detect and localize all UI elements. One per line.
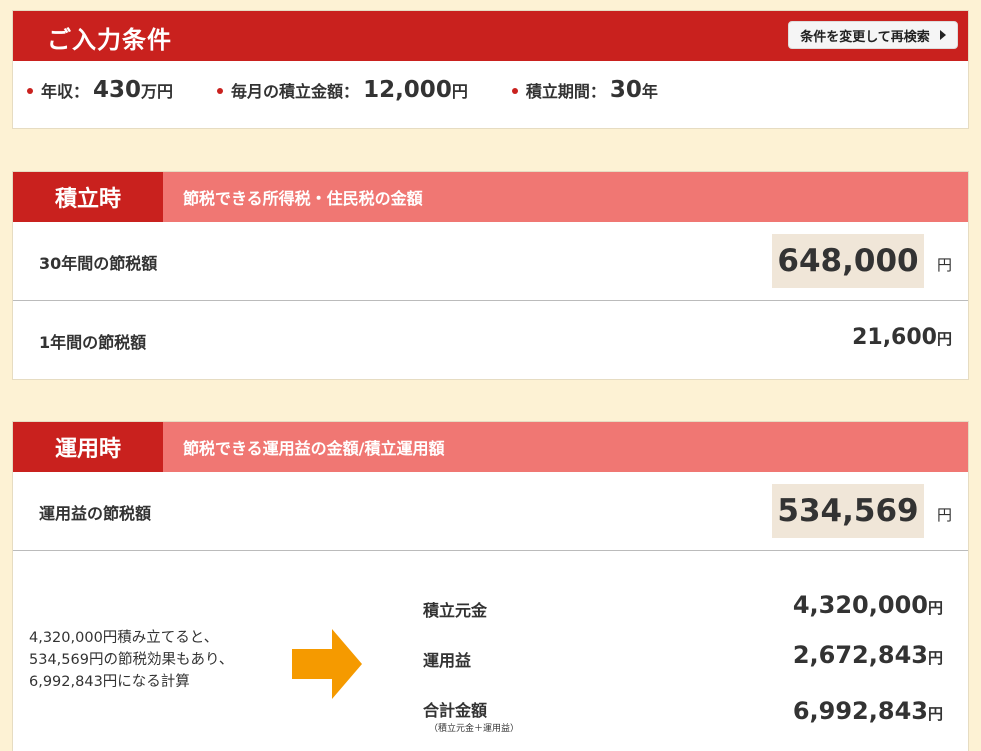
change-conditions-label: 条件を変更して再検索 — [800, 29, 930, 45]
operation-tag: 運用時 — [13, 422, 163, 472]
operation-description: 節税できる運用益の金額/積立運用額 — [183, 439, 445, 458]
accumulation-card: 積立時 節税できる所得税・住民税の金額 30年間の節税額 648,000 円 1… — [12, 171, 969, 380]
total-saving-unit: 円 — [936, 256, 952, 274]
change-conditions-button[interactable]: 条件を変更して再検索 — [788, 21, 958, 49]
conditions-list: 年収： 430 万円 毎月の積立金額： 12,000 円 積立期間： 30 年 — [27, 77, 968, 103]
bullet-icon — [217, 88, 224, 94]
summary-row-total: 合計金額 （積立元金＋運用益） 6,992,843 円 — [423, 691, 943, 741]
arrow-right-icon — [292, 629, 362, 699]
condition-unit: 万円 — [141, 82, 174, 101]
summary-unit: 円 — [927, 705, 943, 723]
triangle-right-icon — [939, 30, 946, 40]
summary-number: 4,320,000 — [792, 591, 928, 619]
total-saving-row: 30年間の節税額 648,000 円 — [13, 222, 968, 301]
operation-saving-unit: 円 — [936, 506, 952, 524]
summary-row-principal: 積立元金 4,320,000 円 — [423, 591, 943, 641]
condition-income: 年収： 430 万円 — [27, 77, 173, 103]
operation-saving-row: 運用益の節税額 534,569 円 — [13, 472, 968, 551]
annual-saving-unit: 円 — [936, 330, 952, 348]
summary-label: 積立元金 — [423, 601, 488, 620]
condition-monthly: 毎月の積立金額： 12,000 円 — [217, 77, 468, 103]
annual-saving-number: 21,600 — [852, 325, 937, 350]
summary-sublabel: （積立元金＋運用益） — [429, 724, 520, 734]
summary-value: 2,672,843 円 — [793, 641, 943, 669]
annual-saving-row: 1年間の節税額 21,600 円 — [13, 301, 968, 379]
summary-unit: 円 — [927, 649, 943, 667]
condition-unit: 年 — [641, 82, 658, 101]
condition-unit: 円 — [451, 82, 468, 101]
condition-period: 積立期間： 30 年 — [511, 77, 658, 103]
summary-number: 2,672,843 — [792, 641, 928, 669]
summary-value: 4,320,000 円 — [793, 591, 943, 619]
calculation-note: 4,320,000円積み立てると、534,569円の節税効果もあり、6,992,… — [29, 630, 234, 690]
bullet-icon — [27, 88, 33, 94]
input-conditions-card: ご入力条件 条件を変更して再検索 年収： 430 万円 毎月の積立金額： 12,… — [12, 10, 969, 129]
condition-value: 12,000 — [363, 77, 452, 103]
summary-unit: 円 — [927, 599, 943, 617]
summary-value: 6,992,843 円 — [793, 697, 943, 725]
summary-label: 合計金額 — [423, 701, 488, 720]
summary-label: 運用益 — [423, 651, 472, 670]
accumulation-description: 節税できる所得税・住民税の金額 — [183, 189, 423, 208]
operation-saving-value: 534,569 — [772, 484, 924, 538]
conditions-title: ご入力条件 — [47, 26, 172, 54]
condition-value: 430 — [93, 77, 142, 103]
bullet-icon — [511, 88, 518, 94]
summary-number: 6,992,843 — [792, 697, 928, 725]
condition-label: 毎月の積立金額： — [231, 82, 360, 101]
operation-saving-label: 運用益の節税額 — [39, 504, 152, 523]
summary-list: 積立元金 4,320,000 円 運用益 2,672,843 円 合計金額 （積… — [423, 591, 943, 741]
accumulation-header: 積立時 節税できる所得税・住民税の金額 — [13, 172, 968, 222]
condition-label: 年収： — [41, 82, 90, 101]
summary-row-profit: 運用益 2,672,843 円 — [423, 641, 943, 691]
annual-saving-value: 21,600 円 — [852, 325, 952, 350]
condition-value: 30 — [609, 77, 642, 103]
annual-saving-label: 1年間の節税額 — [39, 333, 147, 352]
conditions-header: ご入力条件 条件を変更して再検索 — [13, 11, 968, 61]
condition-label: 積立期間： — [525, 82, 606, 101]
accumulation-tag: 積立時 — [13, 172, 163, 222]
total-saving-label: 30年間の節税額 — [39, 254, 158, 273]
operation-detail-row: 4,320,000円積み立てると、534,569円の節税効果もあり、6,992,… — [13, 551, 968, 751]
operation-card: 運用時 節税できる運用益の金額/積立運用額 運用益の節税額 534,569 円 … — [12, 421, 969, 751]
total-saving-value: 648,000 — [772, 234, 924, 288]
operation-header: 運用時 節税できる運用益の金額/積立運用額 — [13, 422, 968, 472]
